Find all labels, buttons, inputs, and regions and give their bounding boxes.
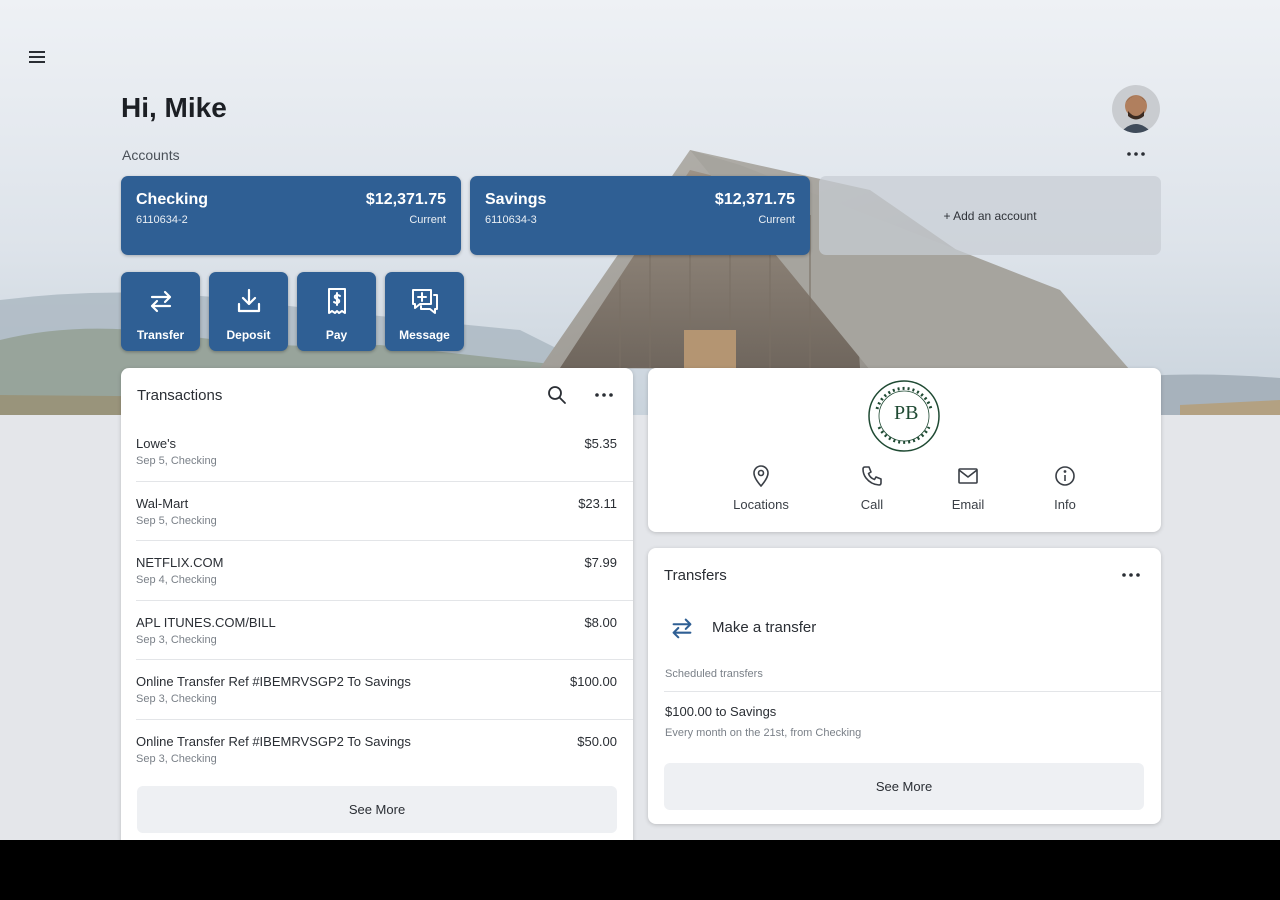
app-screen: Hi, Mike Accounts Checking 6110634-2 $12…: [0, 0, 1280, 840]
more-horizontal-icon: [1122, 573, 1140, 577]
transaction-amount: $8.00: [584, 614, 617, 630]
transfers-title: Transfers: [664, 567, 727, 584]
transaction-detail: Sep 3, Checking: [136, 752, 217, 765]
account-card-savings[interactable]: Savings 6110634-3 $12,371.75 Current: [470, 176, 810, 255]
transactions-search-button[interactable]: [544, 382, 570, 408]
transaction-detail: Sep 4, Checking: [136, 574, 217, 587]
deposit-action-button[interactable]: Deposit: [209, 272, 288, 351]
transfer-arrows-icon: [672, 618, 692, 639]
message-add-icon: [411, 289, 438, 314]
transaction-amount: $50.00: [577, 733, 617, 749]
email-icon: [958, 468, 978, 484]
scheduled-transfer-title: $100.00 to Savings: [665, 704, 777, 719]
search-icon: [548, 386, 566, 404]
transfer-action-button[interactable]: Transfer: [121, 272, 200, 351]
bank-logo-initials: PB: [894, 402, 918, 424]
scheduled-transfer-subtitle: Every month on the 21st, from Checking: [665, 727, 862, 739]
transaction-row[interactable]: Online Transfer Ref #IBEMRVSGP2 To Savin…: [136, 720, 633, 780]
email-button[interactable]: Email: [923, 464, 1013, 512]
transaction-merchant: Wal-Mart: [136, 495, 189, 511]
transaction-detail: Sep 5, Checking: [136, 514, 217, 527]
bank-logo: PB: [867, 379, 941, 453]
account-name: Checking: [136, 191, 209, 208]
bank-info-card: PB Locations Call Email Info: [648, 368, 1161, 532]
account-balance-status: Current: [758, 214, 795, 226]
message-action-button[interactable]: Message: [385, 272, 464, 351]
bottom-black-bar: [0, 840, 1280, 900]
user-avatar[interactable]: [1112, 85, 1160, 133]
add-account-button[interactable]: + Add an account: [819, 176, 1161, 255]
account-balance: $12,371.75: [365, 191, 446, 208]
locations-button[interactable]: Locations: [716, 464, 806, 512]
transaction-merchant: Online Transfer Ref #IBEMRVSGP2 To Savin…: [136, 674, 411, 690]
accounts-section-label: Accounts: [122, 147, 180, 163]
transaction-detail: Sep 5, Checking: [136, 455, 217, 467]
transaction-merchant: APL ITUNES.COM/BILL: [136, 614, 276, 630]
transaction-merchant: NETFLIX.COM: [136, 555, 224, 571]
make-transfer-label: Make a transfer: [712, 619, 817, 636]
transaction-row[interactable]: APL ITUNES.COM/BILL Sep 3, Checking $8.0…: [136, 601, 633, 661]
transaction-amount: $100.00: [570, 674, 617, 690]
action-label: Pay: [325, 328, 348, 342]
contact-label: Info: [1054, 497, 1076, 512]
account-balance-status: Current: [409, 214, 446, 226]
accounts-more-button[interactable]: [1122, 143, 1150, 165]
greeting-title: Hi, Mike: [121, 92, 227, 123]
account-balance: $12,371.75: [714, 191, 795, 208]
transaction-amount: $23.11: [578, 495, 617, 511]
action-label: Deposit: [226, 328, 271, 342]
transactions-list: Lowe's Sep 5, Checking $5.35 Wal-Mart Se…: [121, 422, 633, 780]
scheduled-transfer-item[interactable]: $100.00 to Savings Every month on the 21…: [665, 704, 1135, 748]
location-pin-icon: [753, 465, 769, 487]
transfers-see-more-button[interactable]: See More: [664, 763, 1144, 810]
transaction-amount: $5.35: [584, 436, 617, 451]
transaction-merchant: Lowe's: [136, 436, 177, 451]
contact-label: Call: [860, 497, 884, 512]
transaction-detail: Sep 3, Checking: [136, 693, 217, 706]
call-button[interactable]: Call: [827, 464, 917, 512]
account-number: 6110634-2: [136, 214, 188, 226]
info-icon: [1055, 466, 1075, 486]
info-button[interactable]: Info: [1020, 464, 1110, 512]
more-horizontal-icon: [1127, 152, 1145, 156]
transactions-title: Transactions: [137, 387, 223, 404]
divider: [664, 691, 1161, 692]
account-number: 6110634-3: [485, 214, 537, 226]
transaction-row[interactable]: Wal-Mart Sep 5, Checking $23.11: [136, 482, 633, 542]
transaction-merchant: Online Transfer Ref #IBEMRVSGP2 To Savin…: [136, 733, 411, 749]
contact-label: Locations: [733, 497, 789, 512]
more-horizontal-icon: [595, 393, 613, 397]
transactions-card: Transactions Lowe's Sep 5, Checking $5.3…: [121, 368, 633, 840]
transaction-row[interactable]: Lowe's Sep 5, Checking $5.35: [136, 422, 633, 482]
transaction-row[interactable]: NETFLIX.COM Sep 4, Checking $7.99: [136, 541, 633, 601]
account-card-checking[interactable]: Checking 6110634-2 $12,371.75 Current: [121, 176, 461, 255]
transaction-detail: Sep 3, Checking: [136, 633, 217, 646]
bill-pay-icon: [327, 288, 346, 314]
scheduled-transfers-label: Scheduled transfers: [665, 668, 763, 680]
transactions-see-more-button[interactable]: See More: [137, 786, 617, 833]
hamburger-menu-button[interactable]: [22, 42, 52, 72]
transfer-arrows-icon: [150, 290, 171, 313]
transfers-more-button[interactable]: [1118, 562, 1144, 588]
account-name: Savings: [485, 191, 547, 208]
transaction-row[interactable]: Online Transfer Ref #IBEMRVSGP2 To Savin…: [136, 660, 633, 720]
download-deposit-icon: [237, 288, 260, 313]
transaction-amount: $7.99: [584, 555, 617, 571]
action-label: Transfer: [136, 328, 185, 342]
pay-action-button[interactable]: Pay: [297, 272, 376, 351]
contact-label: Email: [951, 497, 985, 512]
transfers-card: Transfers Make a transfer Scheduled tran…: [648, 548, 1161, 824]
phone-icon: [862, 466, 882, 486]
hamburger-menu-icon: [29, 51, 45, 63]
transactions-more-button[interactable]: [591, 382, 617, 408]
action-label: Message: [399, 328, 450, 342]
make-transfer-button[interactable]: Make a transfer: [664, 608, 1144, 648]
